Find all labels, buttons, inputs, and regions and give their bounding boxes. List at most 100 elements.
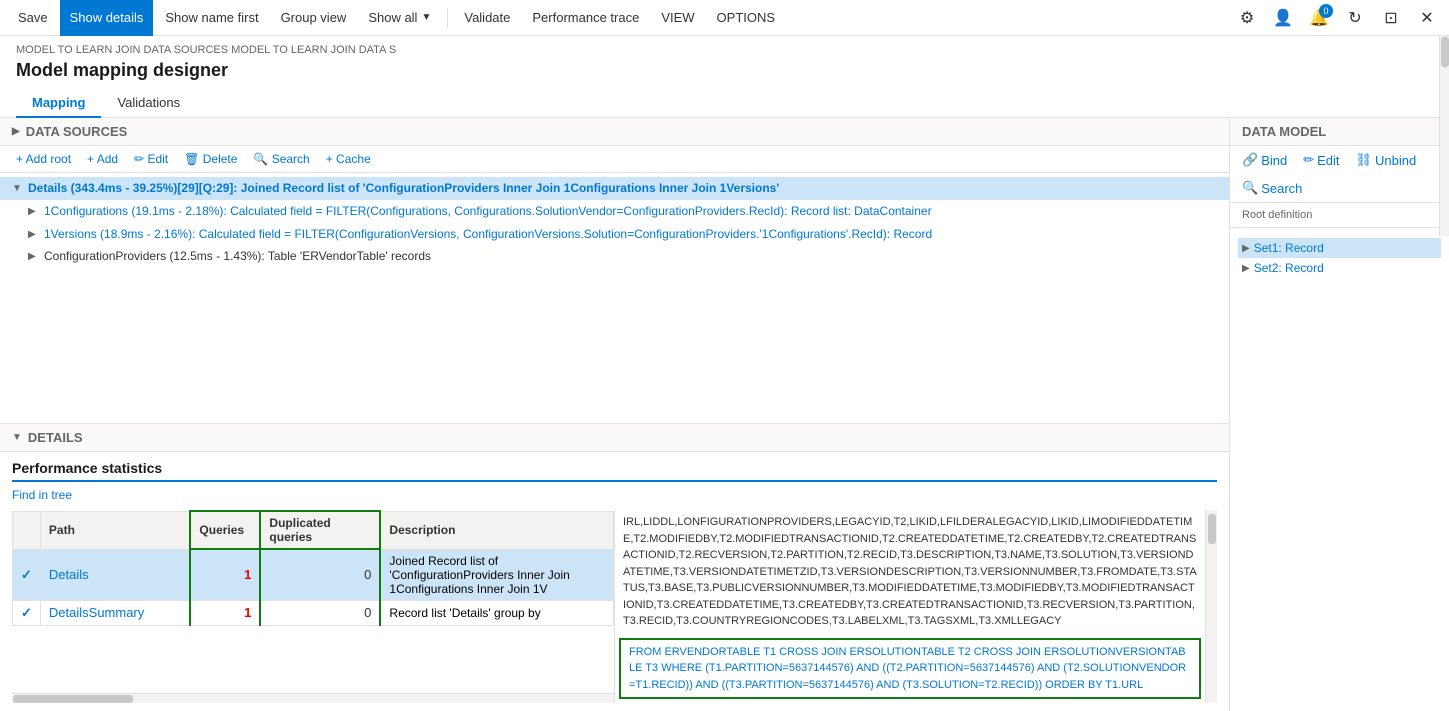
notification-badge: 0: [1319, 4, 1333, 18]
tab-mapping[interactable]: Mapping: [16, 89, 101, 118]
details-section: ▼ DETAILS Performance statistics Find in…: [0, 424, 1229, 711]
queries-cell: 1: [190, 549, 260, 600]
set1-text: Set1: Record: [1254, 241, 1324, 255]
data-sources-header: ▶ DATA SOURCES: [0, 118, 1229, 146]
1configs-toggle: ▶: [28, 205, 40, 219]
check-cell: ✓: [13, 600, 41, 625]
options-button[interactable]: OPTIONS: [707, 0, 786, 36]
show-details-button[interactable]: Show details: [60, 0, 154, 36]
desc-cell: Joined Record list of 'ConfigurationProv…: [380, 549, 613, 600]
details-body: Performance statistics Find in tree: [0, 452, 1229, 711]
search-icon: 🔍: [1242, 180, 1258, 196]
set2-toggle: ▶: [1242, 263, 1250, 274]
details-toggle: ▼: [12, 182, 24, 196]
dm-search-button[interactable]: 🔍 Search: [1238, 178, 1306, 198]
breadcrumb: MODEL TO LEARN JOIN DATA SOURCES MODEL T…: [16, 44, 1433, 56]
data-sources-section: ▶ DATA SOURCES + Add root + Add ✏ Edit 🗑…: [0, 118, 1229, 424]
check-icon: ✓: [21, 567, 32, 582]
separator: [447, 8, 448, 28]
settings-icon[interactable]: ⚙: [1233, 4, 1261, 32]
configproviders-text: ConfigurationProviders (12.5ms - 1.43%):…: [44, 248, 1221, 265]
data-model-panel: DATA MODEL 🔗 Bind ✏ Edit ⛓ Unbind: [1229, 118, 1449, 711]
ds-toggle[interactable]: ▶: [12, 126, 20, 137]
chevron-down-icon: ▼: [421, 12, 431, 23]
close-icon[interactable]: ✕: [1413, 4, 1441, 32]
queries-cell: 1: [190, 600, 260, 625]
configproviders-toggle: ▶: [28, 250, 40, 264]
delete-button[interactable]: 🗑 Delete: [180, 150, 241, 168]
dm-tree-item-set1[interactable]: ▶ Set1: Record: [1238, 238, 1441, 258]
user-icon[interactable]: 👤: [1269, 4, 1297, 32]
tab-validations[interactable]: Validations: [101, 89, 196, 118]
v-scrollbar-right[interactable]: [1205, 510, 1217, 703]
h-scroll-thumb[interactable]: [13, 695, 133, 703]
check-cell: ✓: [13, 549, 41, 600]
dm-vscrollbar[interactable]: [1439, 118, 1449, 236]
root-definition: Root definition: [1230, 203, 1449, 228]
search-button[interactable]: 🔍 Search: [249, 150, 313, 168]
1versions-toggle: ▶: [28, 228, 40, 242]
tree-item-configproviders[interactable]: ▶ ConfigurationProviders (12.5ms - 1.43%…: [0, 245, 1229, 268]
perf-table: Path Queries Duplicated queries Descript…: [12, 510, 614, 626]
unbind-icon: ⛓: [1356, 152, 1373, 168]
v-scroll-thumb-right[interactable]: [1208, 514, 1216, 544]
ds-toolbar: + Add root + Add ✏ Edit 🗑 Delete 🔍 Searc…: [0, 146, 1229, 173]
check-icon: ✓: [21, 605, 32, 620]
refresh-icon[interactable]: ↻: [1341, 4, 1369, 32]
save-button[interactable]: Save: [8, 0, 58, 36]
desc-top-text: IRL,LIDDL,LONFIGURATIONPROVIDERS,LEGACYI…: [615, 510, 1205, 634]
main-content: MODEL TO LEARN JOIN DATA SOURCES MODEL T…: [0, 36, 1449, 711]
col-dup-header: Duplicated queries: [260, 511, 380, 549]
path-cell: DetailsSummary: [40, 600, 190, 625]
main-toolbar: Save Show details Show name first Group …: [0, 0, 1449, 36]
split-layout: ▶ DATA SOURCES + Add root + Add ✏ Edit 🗑…: [0, 118, 1449, 711]
unbind-button[interactable]: ⛓ Unbind: [1352, 150, 1421, 170]
col-desc-header: Description: [380, 511, 613, 549]
dm-toolbar: 🔗 Bind ✏ Edit ⛓ Unbind 🔍 Search: [1230, 146, 1449, 203]
bind-icon: 🔗: [1242, 152, 1258, 168]
notification-icon[interactable]: 🔔 0: [1305, 4, 1333, 32]
ds-tree: ▼ Details (343.4ms - 39.25%)[29][Q:29]: …: [0, 173, 1229, 423]
toolbar-right: ⚙ 👤 🔔 0 ↻ ⊡ ✕: [1233, 4, 1441, 32]
performance-trace-button[interactable]: Performance trace: [522, 0, 649, 36]
table-area: Path Queries Duplicated queries Descript…: [12, 510, 615, 703]
validate-button[interactable]: Validate: [454, 0, 520, 36]
cache-button[interactable]: + Cache: [322, 150, 375, 168]
tree-item-1configurations[interactable]: ▶ 1Configurations (19.1ms - 2.18%): Calc…: [0, 200, 1229, 223]
desc-panel: IRL,LIDDL,LONFIGURATIONPROVIDERS,LEGACYI…: [615, 510, 1217, 703]
view-button[interactable]: VIEW: [651, 0, 704, 36]
dm-tree-item-set2[interactable]: ▶ Set2: Record: [1238, 258, 1441, 278]
col-queries-header: Queries: [190, 511, 260, 549]
set1-toggle: ▶: [1242, 243, 1250, 254]
desc-highlighted-text: FROM ERVENDORTABLE T1 CROSS JOIN ERSOLUT…: [619, 638, 1201, 700]
page-title: Model mapping designer: [16, 60, 1433, 81]
dm-tree: ▶ Set1: Record ▶ Set2: Record: [1230, 234, 1449, 711]
details-toggle-icon[interactable]: ▼: [12, 432, 22, 443]
tree-item-details[interactable]: ▼ Details (343.4ms - 39.25%)[29][Q:29]: …: [0, 177, 1229, 200]
tree-item-1versions[interactable]: ▶ 1Versions (18.9ms - 2.16%): Calculated…: [0, 223, 1229, 246]
dup-cell: 0: [260, 600, 380, 625]
table-row[interactable]: ✓ Details 1 0 Joined Record list of 'Con…: [13, 549, 614, 600]
find-in-tree-link[interactable]: Find in tree: [12, 488, 1217, 502]
dm-edit-button[interactable]: ✏ Edit: [1299, 150, 1343, 170]
perf-stats-title: Performance statistics: [12, 460, 1217, 482]
group-view-button[interactable]: Group view: [271, 0, 357, 36]
desc-cell: Record list 'Details' group by: [380, 600, 613, 625]
set2-text: Set2: Record: [1254, 261, 1324, 275]
dup-cell: 0: [260, 549, 380, 600]
details-header: ▼ DETAILS: [0, 424, 1229, 452]
new-window-icon[interactable]: ⊡: [1377, 4, 1405, 32]
edit-icon: ✏: [1303, 152, 1314, 168]
h-scrollbar[interactable]: [12, 693, 614, 703]
dm-header: DATA MODEL: [1230, 118, 1449, 146]
bind-button[interactable]: 🔗 Bind: [1238, 150, 1291, 170]
bottom-split: Path Queries Duplicated queries Descript…: [12, 510, 1217, 703]
details-text: Details (343.4ms - 39.25%)[29][Q:29]: Jo…: [28, 180, 1221, 197]
edit-button[interactable]: ✏ Edit: [130, 150, 172, 168]
show-all-button[interactable]: Show all ▼: [358, 0, 441, 36]
show-name-first-button[interactable]: Show name first: [155, 0, 268, 36]
add-root-button[interactable]: + Add root: [12, 150, 75, 168]
add-button[interactable]: + Add: [83, 150, 122, 168]
table-row[interactable]: ✓ DetailsSummary 1 0 Record list 'Detail…: [13, 600, 614, 625]
page-header: MODEL TO LEARN JOIN DATA SOURCES MODEL T…: [0, 36, 1449, 118]
